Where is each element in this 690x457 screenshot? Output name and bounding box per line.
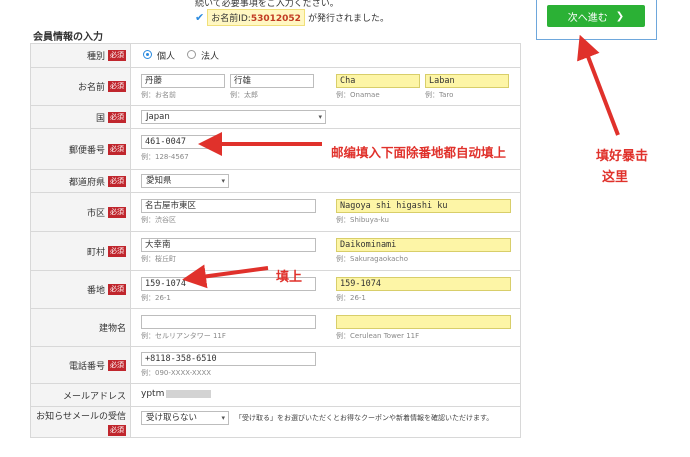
first-name-en-hint: 例：Taro — [425, 91, 454, 99]
address-label: 番地 — [86, 286, 105, 296]
required-badge: 必須 — [108, 284, 126, 295]
newsletter-value: 受け取らない — [146, 413, 198, 423]
chevron-down-icon: ▾ — [318, 113, 322, 121]
required-badge: 必須 — [108, 50, 126, 61]
row-prefecture: 都道府県 必須 愛知県 ▾ — [31, 170, 520, 193]
name-label: お名前 — [77, 83, 105, 93]
last-name-en-input[interactable]: Cha — [336, 74, 420, 88]
required-badge: 必須 — [108, 81, 126, 92]
country-label: 国 — [95, 113, 105, 124]
first-name-en-input[interactable]: Laban — [425, 74, 509, 88]
last-name-en-hint: 例：Onamae — [336, 91, 380, 99]
country-value: Japan — [146, 112, 170, 122]
annotation-postal: 邮编填入下面除番地都自动填上 — [331, 145, 507, 160]
required-badge: 必須 — [108, 175, 126, 187]
prefecture-select[interactable]: 愛知県 ▾ — [141, 174, 229, 188]
address-en-input[interactable]: 159-1074 — [336, 277, 511, 291]
arrow-next — [577, 34, 620, 136]
city-en-input[interactable]: Nagoya shi higashi ku — [336, 199, 511, 213]
row-city: 市区 必須 名古屋市東区 例：渋谷区 Nagoya shi higashi ku … — [31, 193, 520, 232]
newsletter-select[interactable]: 受け取らない ▾ — [141, 411, 229, 425]
chevron-down-icon: ▾ — [221, 177, 225, 185]
annotation-fill: 填上 — [276, 270, 303, 285]
last-name-input[interactable]: 丹藤 — [141, 74, 225, 88]
row-newsletter: お知らせメールの受信必須 受け取らない ▾ 「受け取る」をお選びいただくとお得なク… — [31, 407, 520, 438]
postal-hint: 例：128-4567 — [141, 153, 189, 161]
last-name-hint: 例：お名前 — [141, 91, 176, 99]
city-en-hint: 例：Shibuya-ku — [336, 216, 389, 224]
next-button[interactable]: 次へ進む ❯ — [547, 5, 645, 27]
row-phone: 電話番号 必須 +8118-358-6510 例：090-XXXX-XXXX — [31, 347, 520, 384]
check-icon: ✔ — [195, 11, 205, 24]
row-type: 種別 必須 個人 法人 — [31, 44, 520, 68]
town-en-input[interactable]: Daikominami — [336, 238, 511, 252]
row-email: メールアドレス yptm — [31, 384, 520, 407]
required-badge: 必須 — [108, 424, 126, 436]
postal-label: 郵便番号 — [68, 145, 105, 156]
email-label: メールアドレス — [62, 391, 126, 402]
chevron-down-icon: ▾ — [221, 414, 225, 422]
prefecture-value: 愛知県 — [146, 176, 172, 186]
phone-hint: 例：090-XXXX-XXXX — [141, 369, 212, 377]
required-badge: 必須 — [108, 359, 126, 371]
phone-input[interactable]: +8118-358-6510 — [141, 352, 316, 366]
address-en-hint: 例：26-1 — [336, 294, 366, 302]
required-badge: 必須 — [108, 143, 126, 155]
town-label: 町村 — [86, 247, 105, 258]
member-id-box: お名前ID:53012052 — [207, 9, 305, 26]
country-select[interactable]: Japan ▾ — [141, 110, 326, 124]
annotation-next-line1: 填好暴击 — [596, 149, 649, 164]
chevron-right-icon: ❯ — [615, 10, 625, 22]
town-hint: 例：桜丘町 — [141, 255, 176, 263]
type-label: 種別 — [86, 52, 105, 62]
building-input[interactable] — [141, 315, 316, 329]
annotation-next-line2: 这里 — [602, 170, 629, 185]
building-en-input[interactable] — [336, 315, 511, 329]
city-input[interactable]: 名古屋市東区 — [141, 199, 316, 213]
city-label: 市区 — [86, 208, 105, 219]
row-building: 建物名 例：セルリアンタワー 11F 例：Cerulean Tower 11F — [31, 309, 520, 347]
phone-label: 電話番号 — [68, 361, 105, 372]
member-id-notice: ✔ お名前ID:53012052 が発行されました。 — [195, 9, 389, 26]
town-en-hint: 例：Sakuragaokacho — [336, 255, 408, 263]
radio-corporate-label: 法人 — [201, 52, 220, 62]
prefecture-label: 都道府県 — [68, 177, 105, 188]
member-id-suffix: が発行されました。 — [307, 14, 389, 24]
email-text: yptm — [141, 389, 165, 399]
first-name-input[interactable]: 行雄 — [230, 74, 314, 88]
first-name-hint: 例：太郎 — [230, 91, 258, 99]
member-form: 種別 必須 個人 法人 お名前 必須 丹藤 例：お名前 行雄 例：太郎 Cha 例：… — [30, 43, 521, 438]
newsletter-note: 「受け取る」をお選びいただくとお得なクーポンや新着情報を確認いただけます。 — [235, 414, 494, 422]
email-value: yptm — [141, 389, 212, 399]
required-badge: 必須 — [108, 245, 126, 257]
postal-input[interactable]: 461-0047 — [141, 135, 221, 149]
required-badge: 必須 — [108, 111, 126, 123]
required-badge: 必須 — [108, 206, 126, 218]
radio-individual-label: 個人 — [157, 52, 176, 62]
next-button-label: 次へ進む — [567, 12, 608, 24]
building-label: 建物名 — [98, 324, 126, 334]
member-id-label: お名前ID: — [211, 14, 251, 24]
address-hint: 例：26-1 — [141, 294, 171, 302]
building-en-hint: 例：Cerulean Tower 11F — [336, 332, 420, 340]
member-id-value: 53012052 — [250, 14, 301, 24]
town-input[interactable]: 大幸南 — [141, 238, 316, 252]
city-hint: 例：渋谷区 — [141, 216, 176, 224]
radio-corporate[interactable] — [187, 50, 196, 59]
radio-individual[interactable] — [143, 50, 152, 59]
intro-text: 続いて必要事項をご入力ください。 — [195, 0, 339, 9]
next-button-frame: 次へ進む ❯ — [536, 0, 657, 40]
section-title: 会員情報の入力 — [33, 32, 103, 43]
newsletter-label: お知らせメールの受信 — [36, 411, 126, 422]
row-name: お名前 必須 丹藤 例：お名前 行雄 例：太郎 Cha 例：Onamae Laba… — [31, 68, 520, 106]
row-country: 国必須 Japan ▾ — [31, 106, 520, 129]
building-hint: 例：セルリアンタワー 11F — [141, 332, 226, 340]
